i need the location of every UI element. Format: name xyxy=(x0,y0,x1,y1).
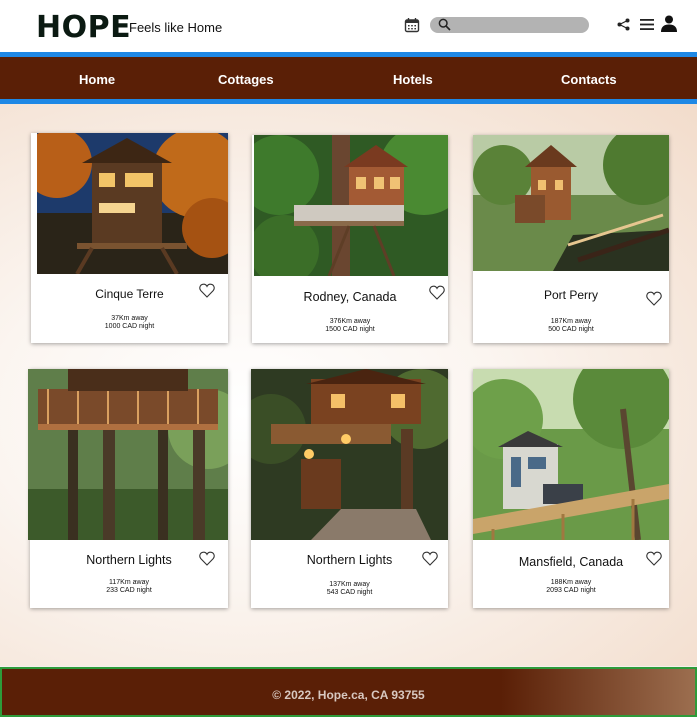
favorite-heart-icon[interactable] xyxy=(199,283,215,298)
site-tagline: Feels like Home xyxy=(129,20,223,35)
listing-card[interactable]: Port Perry 187Km away 500 CAD night xyxy=(473,135,669,343)
listing-card[interactable]: Mansfield, Canada 188Km away 2093 CAD ni… xyxy=(473,369,669,608)
listing-distance: 137Km away xyxy=(329,581,370,588)
listing-photo[interactable] xyxy=(473,135,669,271)
listing-photo[interactable] xyxy=(28,369,228,540)
favorite-heart-icon[interactable] xyxy=(646,291,662,306)
footer-copyright: © 2022, Hope.ca, CA 93755 xyxy=(272,688,425,702)
site-logo[interactable]: HOPE xyxy=(36,10,131,45)
search-input[interactable] xyxy=(430,17,589,33)
favorite-heart-icon[interactable] xyxy=(199,551,215,566)
listing-photo[interactable] xyxy=(473,369,669,540)
listing-photo[interactable] xyxy=(254,135,448,276)
share-icon[interactable] xyxy=(617,18,630,31)
listing-price: 1500 CAD night xyxy=(325,326,375,333)
listing-price: 2093 CAD night xyxy=(546,587,596,594)
listings-section: Cinque Terre 37Km away 1000 CAD night Ro… xyxy=(0,104,697,666)
listing-distance: 188Km away xyxy=(550,579,592,586)
main-nav: Home Cottages Hotels Contacts xyxy=(0,52,697,104)
search-icon xyxy=(438,18,451,31)
listing-card[interactable]: Northern Lights 137Km away 543 CAD night xyxy=(251,369,448,608)
favorite-heart-icon[interactable] xyxy=(422,551,438,566)
listing-price: 543 CAD night xyxy=(326,589,373,596)
listing-title: Port Perry xyxy=(543,288,598,302)
menu-icon[interactable] xyxy=(640,18,654,31)
site-header: HOPE Feels like Home xyxy=(0,0,697,52)
site-footer: © 2022, Hope.ca, CA 93755 xyxy=(0,667,697,717)
listing-photo[interactable] xyxy=(37,133,228,274)
listing-title: Northern Lights xyxy=(306,553,393,567)
nav-home[interactable]: Home xyxy=(79,72,115,87)
listing-title: Mansfield, Canada xyxy=(518,555,624,569)
listing-price: 233 CAD night xyxy=(106,587,152,594)
listing-title: Rodney, Canada xyxy=(303,290,397,304)
calendar-icon[interactable] xyxy=(404,17,420,33)
listing-photo[interactable] xyxy=(251,369,448,540)
listing-distance: 187Km away xyxy=(550,318,592,325)
listing-distance: 117Km away xyxy=(109,579,149,586)
listing-price: 500 CAD night xyxy=(548,326,594,333)
nav-contacts[interactable]: Contacts xyxy=(561,72,617,87)
listing-card[interactable]: Rodney, Canada 376Km away 1500 CAD night xyxy=(252,135,448,343)
favorite-heart-icon[interactable] xyxy=(646,551,662,566)
listing-distance: 37Km away xyxy=(111,315,148,322)
favorite-heart-icon[interactable] xyxy=(429,285,445,300)
listing-card[interactable]: Northern Lights 117Km away 233 CAD night xyxy=(28,369,228,608)
listing-distance: 376Km away xyxy=(329,318,371,325)
nav-hotels[interactable]: Hotels xyxy=(393,72,433,87)
nav-cottages[interactable]: Cottages xyxy=(218,72,274,87)
user-icon[interactable] xyxy=(660,15,678,32)
listing-price: 1000 CAD night xyxy=(104,323,155,330)
listing-card[interactable]: Cinque Terre 37Km away 1000 CAD night xyxy=(31,133,228,343)
